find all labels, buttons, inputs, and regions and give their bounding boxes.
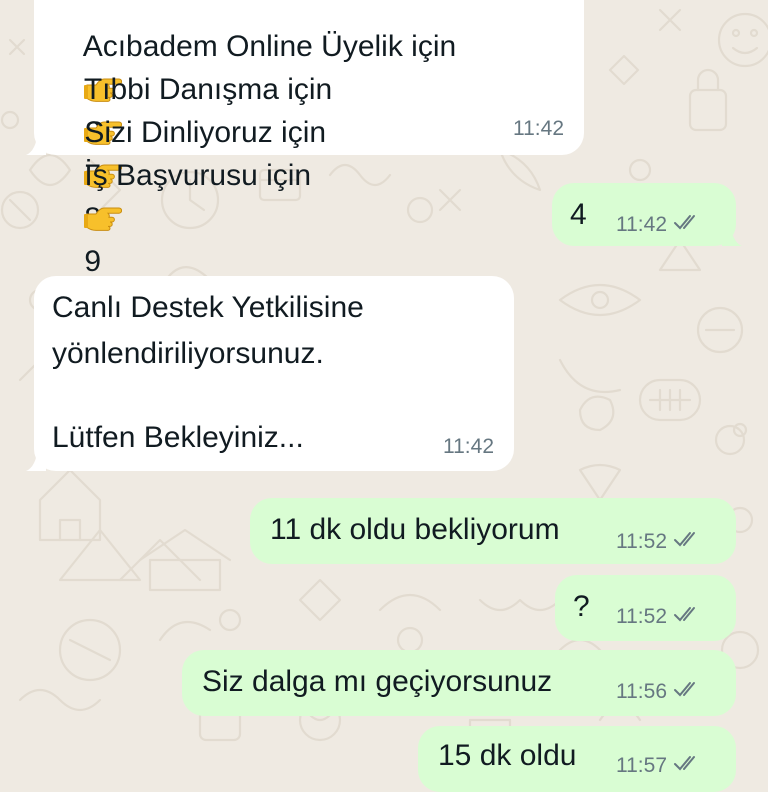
message-text: ?	[573, 590, 590, 623]
message-meta: 11:56	[616, 680, 701, 704]
outgoing-message[interactable]: ? 11:52	[555, 575, 736, 641]
double-check-icon	[673, 530, 701, 554]
double-check-icon	[673, 213, 701, 237]
message-text-line: Lütfen Bekleyiniz...	[52, 421, 304, 454]
message-meta: 11:42	[616, 213, 701, 237]
outgoing-message[interactable]: Siz dalga mı geçiyorsunuz 11:56	[182, 650, 736, 716]
incoming-message-menu[interactable]: Acıbadem Online Üyelik için 6 Tıbbi Danı…	[34, 0, 584, 278]
outgoing-bubble-tail	[722, 222, 742, 246]
message-text: 15 dk oldu	[438, 739, 577, 772]
message-text: 4	[570, 198, 587, 231]
message-time: 11:52	[616, 530, 667, 553]
incoming-bubble-tail	[26, 131, 46, 155]
message-time: 11:42	[616, 213, 667, 236]
message-text-line: Canlı Destek Yetkilisine	[52, 291, 364, 324]
message-text-line: yönlendiriliyorsunuz.	[52, 337, 324, 370]
backhand-index-pointing-right-icon	[84, 200, 123, 231]
message-text: 11 dk oldu bekliyorum	[270, 513, 560, 546]
outgoing-message[interactable]: 4 11:42	[552, 183, 736, 246]
message-time: 11:42	[513, 117, 564, 140]
message-text: Siz dalga mı geçiyorsunuz	[202, 665, 553, 698]
message-meta: 11:42	[443, 435, 494, 459]
outgoing-message[interactable]: 15 dk oldu 11:57	[418, 726, 736, 792]
menu-line-text: İş Başvurusu için	[84, 159, 312, 192]
menu-line-number: 9	[84, 245, 102, 278]
message-meta: 11:52	[616, 605, 701, 629]
double-check-icon	[673, 754, 701, 778]
message-meta: 11:52	[616, 530, 701, 554]
incoming-message-support[interactable]: Canlı Destek Yetkilisine yönlendiriliyor…	[34, 276, 514, 471]
message-time: 11:52	[616, 605, 667, 628]
message-time: 11:57	[616, 754, 667, 777]
outgoing-message[interactable]: 11 dk oldu bekliyorum 11:52	[250, 498, 736, 564]
message-time: 11:56	[616, 680, 667, 703]
incoming-bubble-tail	[26, 447, 46, 471]
message-time: 11:42	[443, 435, 494, 458]
message-meta: 11:42	[513, 117, 564, 141]
double-check-icon	[673, 605, 701, 629]
message-meta: 11:57	[616, 754, 701, 778]
double-check-icon	[673, 680, 701, 704]
